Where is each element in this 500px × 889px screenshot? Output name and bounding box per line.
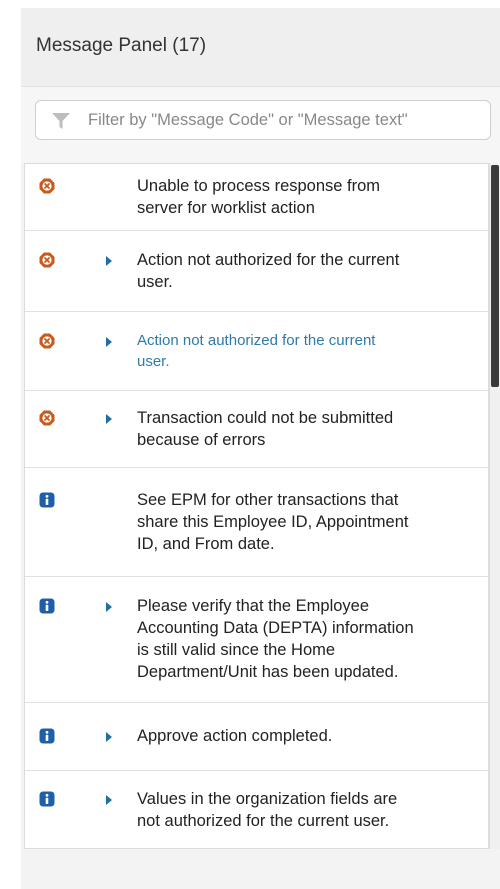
message-link-text[interactable]: Action not authorized for the current use… — [137, 330, 472, 372]
message-row[interactable]: Transaction could not be submitted becaus… — [25, 391, 488, 468]
filter-icon — [52, 113, 70, 129]
info-icon — [39, 791, 55, 807]
panel-footer — [21, 849, 500, 889]
message-row: See EPM for other transactions that share… — [25, 468, 488, 577]
message-text: Action not authorized for the current use… — [137, 249, 472, 293]
expand-arrow-icon[interactable] — [105, 730, 113, 742]
message-text-line: Unable to process response from — [137, 177, 381, 195]
message-row[interactable]: Values in the organization fields are not… — [25, 771, 488, 848]
message-text-line: Transaction could not be submitted — [137, 409, 394, 427]
message-text: Transaction could not be submitted becaus… — [137, 407, 472, 451]
info-icon — [39, 492, 55, 508]
scroll-thumb[interactable] — [491, 165, 499, 387]
info-icon — [39, 598, 55, 614]
message-text-line: share this Employee ID, Appointment — [137, 513, 409, 531]
scrollbar[interactable] — [489, 163, 500, 849]
expand-arrow-icon[interactable] — [105, 335, 113, 347]
message-text-line: Please verify that the Employee — [137, 597, 370, 615]
message-row[interactable]: Approve action completed. — [25, 703, 488, 771]
filter-input[interactable] — [88, 101, 483, 139]
message-text-line: because of errors — [137, 431, 266, 449]
message-text-line: Department/Unit has been updated. — [137, 663, 399, 681]
message-text: Values in the organization fields are not… — [137, 788, 472, 832]
expand-arrow-icon[interactable] — [105, 600, 113, 612]
error-icon — [39, 252, 55, 268]
message-text: Please verify that the Employee Accountin… — [137, 595, 472, 683]
message-text-line: Action not authorized for the current — [137, 332, 376, 349]
message-text-line: is still valid since the Home — [137, 641, 336, 659]
message-text: Approve action completed. — [137, 725, 472, 747]
message-row[interactable]: Please verify that the Employee Accountin… — [25, 577, 488, 703]
message-text-line: Accounting Data (DEPTA) information — [137, 619, 414, 637]
message-row[interactable]: Action not authorized for the current use… — [25, 231, 488, 312]
message-row[interactable]: Action not authorized for the current use… — [25, 312, 488, 391]
message-text: See EPM for other transactions that share… — [137, 489, 472, 555]
message-text-line: Approve action completed. — [137, 727, 333, 745]
message-panel: Message Panel (17) Unable to process res… — [21, 8, 500, 889]
panel-header: Message Panel (17) — [21, 8, 500, 87]
expand-arrow-icon[interactable] — [105, 793, 113, 805]
error-icon — [39, 178, 55, 194]
message-list: Unable to process response from server fo… — [24, 163, 489, 849]
message-text-line: Values in the organization fields are — [137, 790, 398, 808]
message-text-line: ID, and From date. — [137, 535, 275, 553]
expand-arrow-icon[interactable] — [105, 412, 113, 424]
message-text-line: not authorized for the current user. — [137, 812, 390, 830]
message-row: Unable to process response from server fo… — [25, 164, 488, 231]
error-icon — [39, 333, 55, 349]
message-text-line: user. — [137, 353, 170, 370]
filter-area — [21, 87, 500, 163]
info-icon — [39, 728, 55, 744]
message-text-line: user. — [137, 273, 173, 291]
message-text: Unable to process response from server fo… — [137, 175, 472, 219]
error-icon — [39, 410, 55, 426]
filter-box[interactable] — [35, 100, 491, 140]
panel-title: Message Panel (17) — [36, 35, 207, 56]
message-text-line: See EPM for other transactions that — [137, 491, 399, 509]
expand-arrow-icon[interactable] — [105, 254, 113, 266]
message-text-line: server for worklist action — [137, 199, 315, 217]
message-text-line: Action not authorized for the current — [137, 251, 400, 269]
